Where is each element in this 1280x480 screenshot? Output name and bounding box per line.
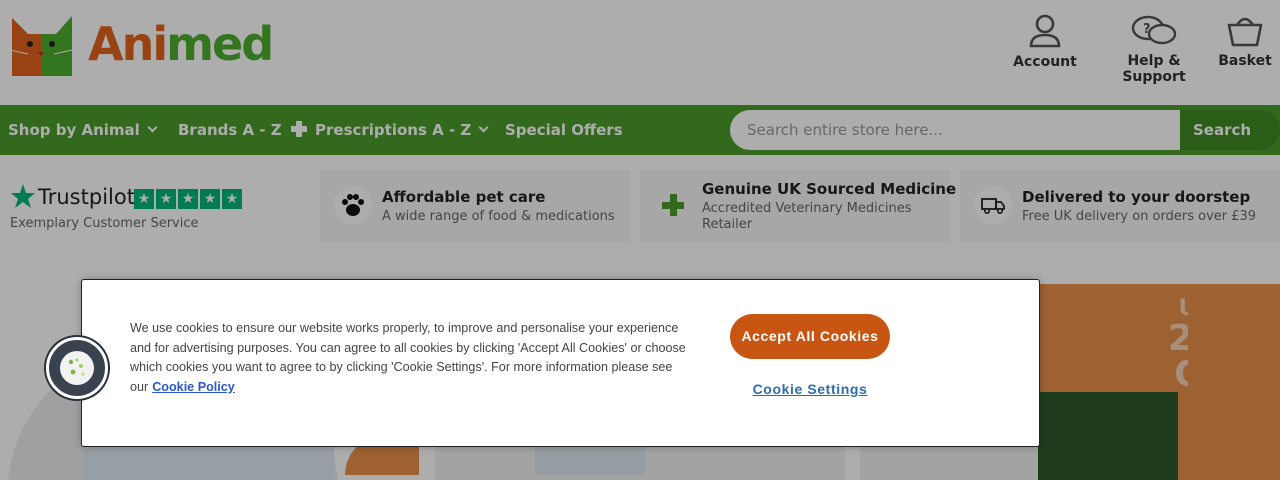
cookie-icon bbox=[60, 351, 94, 385]
cookie-settings-button[interactable]: Cookie Settings bbox=[730, 381, 890, 397]
cookie-preferences-button[interactable] bbox=[46, 337, 108, 399]
cookie-consent-banner: We use cookies to ensure our website wor… bbox=[81, 279, 1040, 447]
cookie-message: We use cookies to ensure our website wor… bbox=[130, 319, 700, 397]
cookie-policy-link[interactable]: Cookie Policy bbox=[152, 380, 235, 394]
accept-all-cookies-button[interactable]: Accept All Cookies bbox=[730, 314, 890, 359]
